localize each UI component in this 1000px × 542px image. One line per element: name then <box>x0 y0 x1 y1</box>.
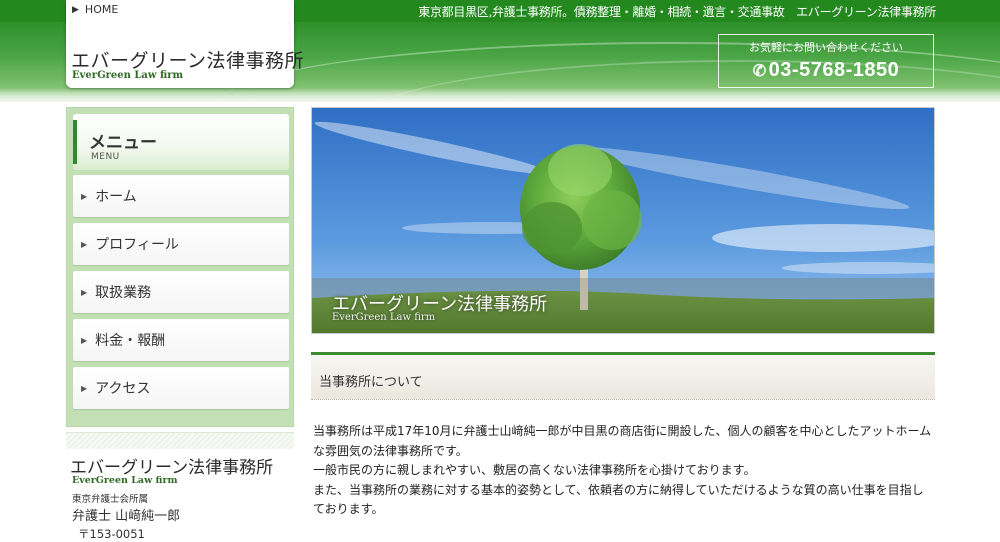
menu-triangle-icon: ▶ <box>81 287 88 297</box>
office-info: エバーグリーン法律事務所 EverGreen Law firm 東京弁護士会所属… <box>66 432 294 541</box>
sidebar-item-access[interactable]: ▶ アクセス <box>73 367 289 409</box>
menu-triangle-icon: ▶ <box>81 383 88 393</box>
menu-header: メニュー MENU <box>73 114 289 170</box>
menu-triangle-icon: ▶ <box>81 191 88 201</box>
section-heading: 当事務所について <box>311 352 935 400</box>
sidebar-item-home[interactable]: ▶ ホーム <box>73 175 289 217</box>
logo-title[interactable]: エバーグリーン法律事務所 <box>71 46 304 73</box>
menu-header-bar <box>73 120 77 164</box>
sidebar-menu: メニュー MENU ▶ ホーム ▶ プロフィール ▶ 取扱業務 ▶ 料金・報酬 … <box>66 107 294 427</box>
phone-icon: ✆ <box>752 63 767 80</box>
sidebar-item-label: ホーム <box>95 189 137 205</box>
site-tagline: 東京都目黒区,弁護士事務所。債務整理・離婚・相続・遺言・交通事故 エバーグリーン… <box>418 5 936 19</box>
lawyer-name: 弁護士 山﨑純一郎 <box>72 509 181 524</box>
contact-box[interactable]: お気軽にお問い合わせください ✆ 03-5768-1850 <box>718 34 934 88</box>
bar-association: 東京弁護士会所属 <box>72 494 149 505</box>
about-paragraph: また、当事務所の業務に対する基本的姿勢として、依頼者の方に納得していただけるよう… <box>313 482 924 517</box>
menu-triangle-icon: ▶ <box>81 335 88 345</box>
contact-phone[interactable]: ✆ 03-5768-1850 <box>719 59 933 82</box>
about-paragraph: 一般市民の方に親しまれやすい、敷居の高くない法律事務所を心掛けております。 <box>313 463 756 477</box>
office-subtitle: EverGreen Law firm <box>72 475 178 486</box>
sidebar-item-services[interactable]: ▶ 取扱業務 <box>73 271 289 313</box>
about-paragraph: 当事務所は平成17年10月に弁護士山﨑純一郎が中目黒の商店街に開設した、個人の顧… <box>313 424 932 458</box>
sidebar-item-label: 料金・報酬 <box>95 333 166 349</box>
menu-subtitle: MENU <box>91 152 120 162</box>
sidebar-item-label: プロフィール <box>95 237 179 253</box>
contact-note: お気軽にお問い合わせください <box>749 41 903 54</box>
home-arrow-icon: ▶ <box>72 4 79 15</box>
sidebar-item-label: アクセス <box>95 381 151 397</box>
menu-title: メニュー <box>89 133 157 153</box>
phone-number: 03-5768-1850 <box>768 59 900 81</box>
home-link-label: HOME <box>84 3 119 16</box>
section-title: 当事務所について <box>319 375 423 390</box>
sidebar-item-fees[interactable]: ▶ 料金・報酬 <box>73 319 289 361</box>
menu-triangle-icon: ▶ <box>81 239 88 249</box>
home-link[interactable]: ▶ HOME <box>72 3 118 16</box>
logo-subtitle: EverGreen Law firm <box>72 70 184 81</box>
logo-box: ▶ HOME エバーグリーン法律事務所 EverGreen Law firm <box>66 0 304 88</box>
header-fade <box>0 88 1000 102</box>
sidebar-item-label: 取扱業務 <box>95 285 152 301</box>
info-stripe <box>66 433 294 449</box>
hero-subtitle: EverGreen Law firm <box>332 312 436 323</box>
sidebar-item-profile[interactable]: ▶ プロフィール <box>73 223 289 265</box>
about-text: 当事務所は平成17年10月に弁護士山﨑純一郎が中目黒の商店街に開設した、個人の顧… <box>313 422 935 520</box>
hero-image: エバーグリーン法律事務所 EverGreen Law firm <box>311 107 935 334</box>
